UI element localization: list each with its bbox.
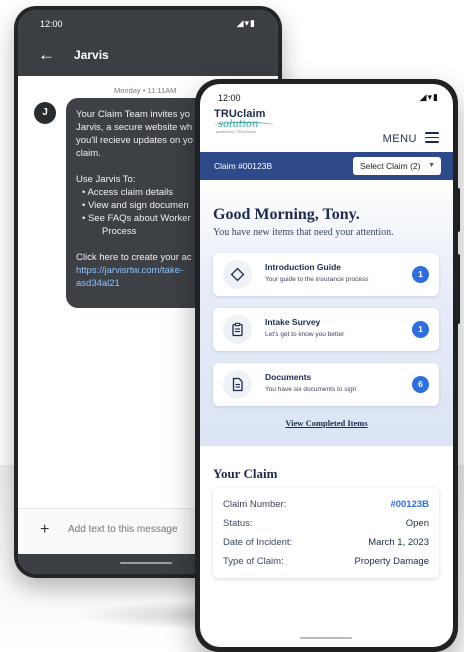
- messages-app-bar: ← Jarvis: [18, 36, 278, 76]
- claim-field-label: Type of Claim:: [223, 556, 284, 567]
- current-claim-label: Claim #00123B: [214, 161, 273, 171]
- message-input[interactable]: [68, 524, 208, 535]
- logo-tagline: powered by TTRA Mutual: [216, 130, 256, 134]
- status-time: 12:00: [40, 19, 63, 29]
- task-title: Intake Survey: [265, 317, 321, 327]
- claim-row-date: Date of Incident: March 1, 2023: [223, 537, 429, 551]
- claim-screen: 12:00 ◢▾▮ TRUclaim solution powered by T…: [200, 84, 453, 647]
- claim-status-bar: 12:00 ◢▾▮: [200, 84, 453, 106]
- task-card-documents[interactable]: Documents You have six documents to sign…: [213, 363, 439, 406]
- task-title: Introduction Guide: [265, 262, 342, 272]
- hamburger-menu-icon[interactable]: [425, 132, 439, 143]
- claim-row-type: Type of Claim: Property Damage: [223, 556, 429, 570]
- task-subtitle: Your guide to the insurance process: [265, 276, 369, 283]
- claim-bar: Claim #00123B Select Claim (2) ▼: [200, 152, 453, 180]
- task-card-intake-survey[interactable]: Intake Survey Let's get to know you bett…: [213, 308, 439, 351]
- plus-icon[interactable]: +: [40, 521, 49, 539]
- claim-field-label: Claim Number:: [223, 499, 287, 510]
- greeting-heading: Good Morning, Tony.: [213, 206, 360, 223]
- status-time: 12:00: [218, 93, 241, 103]
- message-timestamp: Monday • 11:11AM: [114, 86, 177, 95]
- task-count-badge: 1: [412, 266, 429, 283]
- caret-down-icon: ▼: [428, 162, 435, 169]
- diamond-icon: [223, 260, 252, 289]
- signal-wifi-battery-icon: ◢▾▮: [419, 92, 439, 102]
- avatar[interactable]: J: [34, 102, 56, 124]
- claim-row-status: Status: Open: [223, 518, 429, 532]
- claim-field-value: March 1, 2023: [368, 537, 429, 548]
- task-title: Documents: [265, 372, 312, 382]
- greeting-subtitle: You have new items that need your attent…: [213, 227, 394, 238]
- claim-row-number: Claim Number: #00123B: [223, 499, 429, 513]
- task-count-badge: 1: [412, 321, 429, 338]
- document-icon: [223, 370, 252, 399]
- menu-label[interactable]: MENU: [383, 133, 417, 145]
- your-claim-heading: Your Claim: [213, 466, 278, 481]
- claim-phone: 12:00 ◢▾▮ TRUclaim solution powered by T…: [195, 79, 458, 652]
- view-completed-items-link[interactable]: View Completed Items: [200, 418, 453, 428]
- select-claim-dropdown[interactable]: Select Claim (2) ▼: [353, 157, 441, 175]
- claim-field-value: Open: [405, 518, 429, 529]
- home-handle[interactable]: [120, 562, 172, 564]
- claim-field-value: Property Damage: [354, 556, 429, 567]
- conversation-title: Jarvis: [74, 48, 109, 62]
- clipboard-icon: [223, 315, 252, 344]
- claim-details-card: Claim Number: #00123B Status: Open Date …: [213, 488, 439, 578]
- logo-swoosh: [214, 122, 274, 128]
- claim-field-label: Date of Incident:: [223, 537, 293, 548]
- app-header: TRUclaim solution powered by TTRA Mutual…: [200, 106, 453, 152]
- messages-status-bar: 12:00 ◢▾▮: [18, 10, 278, 36]
- signal-wifi-battery-icon: ◢▾▮: [236, 18, 256, 28]
- back-arrow-icon[interactable]: ←: [38, 45, 55, 65]
- select-claim-label: Select Claim (2): [360, 161, 421, 171]
- task-card-introduction-guide[interactable]: Introduction Guide Your guide to the ins…: [213, 253, 439, 296]
- claim-field-label: Status:: [223, 518, 253, 529]
- task-count-badge: 6: [412, 376, 429, 393]
- claim-number-link[interactable]: #00123B: [390, 499, 429, 510]
- home-handle[interactable]: [300, 637, 352, 639]
- task-subtitle: Let's get to know you better: [265, 331, 345, 338]
- task-subtitle: You have six documents to sign: [265, 386, 357, 393]
- truclaim-logo[interactable]: TRUclaim solution powered by TTRA Mutual: [214, 108, 284, 148]
- attention-section: Good Morning, Tony. You have new items t…: [200, 180, 453, 446]
